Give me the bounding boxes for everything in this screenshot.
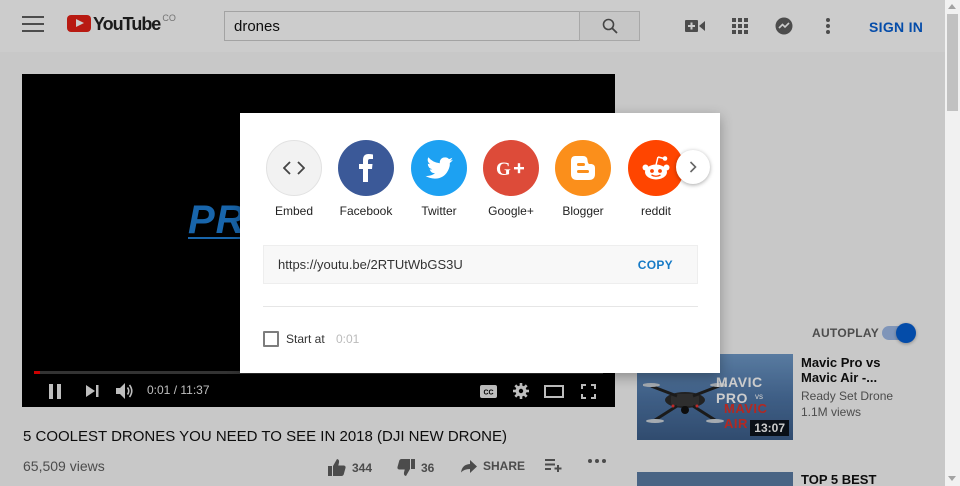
google-plus-icon: G (483, 140, 539, 196)
scroll-down-arrow-icon[interactable] (948, 476, 956, 481)
share-blogger-label: Blogger (562, 204, 604, 218)
chevron-right-icon (689, 161, 697, 173)
scroll-thumb[interactable] (947, 14, 958, 111)
share-google-plus[interactable]: G Google+ (475, 140, 547, 218)
facebook-icon (338, 140, 394, 196)
share-twitter[interactable]: Twitter (403, 140, 475, 218)
share-dialog: Embed Facebook Twitter G Google+ Blogger… (240, 113, 720, 373)
blogger-icon (555, 140, 611, 196)
start-at-checkbox[interactable] (263, 331, 279, 347)
share-reddit-label: reddit (640, 204, 672, 218)
share-facebook[interactable]: Facebook (330, 140, 402, 218)
share-facebook-label: Facebook (339, 204, 393, 218)
svg-text:G: G (496, 159, 511, 177)
share-url-field[interactable]: https://youtu.be/2RTUtWbGS3U COPY (263, 245, 698, 284)
share-blogger[interactable]: Blogger (547, 140, 619, 218)
dialog-divider (263, 306, 698, 307)
share-twitter-label: Twitter (421, 204, 457, 218)
start-at-label: Start at (286, 332, 325, 346)
twitter-icon (411, 140, 467, 196)
share-url-text[interactable]: https://youtu.be/2RTUtWbGS3U (278, 257, 463, 272)
next-share-targets-button[interactable] (676, 150, 710, 184)
copy-button[interactable]: COPY (638, 258, 673, 272)
page-scrollbar[interactable] (945, 0, 960, 486)
share-embed-label: Embed (274, 204, 314, 218)
start-at-time-input[interactable]: 0:01 (336, 332, 359, 346)
embed-icon (266, 140, 322, 196)
scroll-up-arrow-icon[interactable] (948, 4, 956, 9)
share-google-plus-label: Google+ (488, 204, 534, 218)
share-embed[interactable]: Embed (258, 140, 330, 218)
